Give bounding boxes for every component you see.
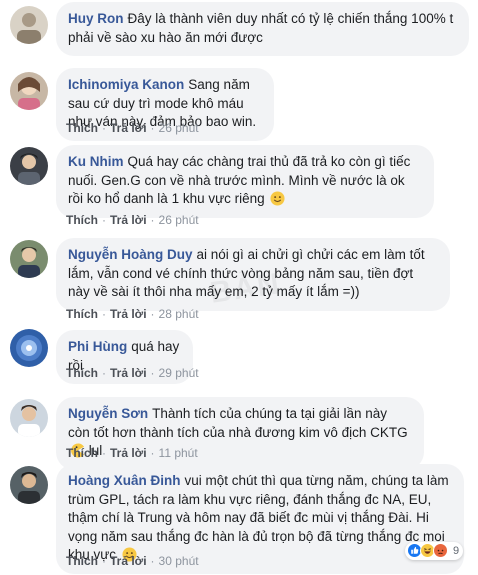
like-button[interactable]: Thích xyxy=(66,121,98,135)
comment-author[interactable]: Ku Nhim xyxy=(68,154,124,169)
avatar[interactable] xyxy=(10,6,48,44)
comment-author[interactable]: Nguyễn Sơn xyxy=(68,406,148,421)
comment-bubble: Ku Nhim Quá hay các chàng trai thủ đã trả… xyxy=(56,145,434,218)
comment-time[interactable]: 11 phút xyxy=(159,446,198,460)
comment-actions: Thích · Trả lời · 26 phút xyxy=(66,121,199,135)
like-button[interactable]: Thích xyxy=(66,554,98,568)
comment-time[interactable]: 28 phút xyxy=(159,307,199,321)
reply-button[interactable]: Trả lời xyxy=(110,366,147,380)
like-button[interactable]: Thích xyxy=(66,366,98,380)
like-button[interactable]: Thích xyxy=(66,307,98,321)
comment-author[interactable]: Ichinomiya Kanon xyxy=(68,77,184,92)
comment-time[interactable]: 26 phút xyxy=(159,213,199,227)
comment-time[interactable]: 26 phút xyxy=(159,121,199,135)
comment-time[interactable]: 30 phút xyxy=(159,554,199,568)
comment-thread: Huy Ron Đây là thành viên duy nhất có tỷ … xyxy=(0,0,478,575)
reply-button[interactable]: Trả lời xyxy=(110,121,147,135)
comment-text: Đây là thành viên duy nhất có tỷ lệ chiế… xyxy=(68,11,454,45)
avatar[interactable] xyxy=(10,466,48,504)
avatar[interactable] xyxy=(10,72,48,110)
comment-bubble: Huy Ron Đây là thành viên duy nhất có tỷ … xyxy=(56,2,469,56)
avatar[interactable] xyxy=(10,147,48,185)
smile-emoji-icon xyxy=(270,191,285,206)
comment-actions: Thích · Trả lời · 26 phút xyxy=(66,213,199,227)
comment-author[interactable]: Hoàng Xuân Đinh xyxy=(68,473,181,488)
like-button[interactable]: Thích xyxy=(66,446,98,460)
comment-actions: Thích · Trả lời · 11 phút xyxy=(66,446,198,460)
comment-author[interactable]: Phi Hùng xyxy=(68,339,127,354)
angry-reaction-icon xyxy=(433,543,449,559)
avatar[interactable] xyxy=(10,329,48,367)
comment-actions: Thích · Trả lời · 29 phút xyxy=(66,366,199,380)
reply-button[interactable]: Trả lời xyxy=(110,307,147,321)
reaction-summary[interactable]: 9 xyxy=(405,542,464,560)
comment-actions: Thích · Trả lời · 28 phút xyxy=(66,307,199,321)
reply-button[interactable]: Trả lời xyxy=(110,213,147,227)
comment-actions: Thích · Trả lời · 30 phút xyxy=(66,554,199,568)
avatar[interactable] xyxy=(10,399,48,437)
reaction-count: 9 xyxy=(453,545,460,557)
comment-author[interactable]: Nguyễn Hoàng Duy xyxy=(68,247,193,262)
reply-button[interactable]: Trả lời xyxy=(110,446,147,460)
comment-time[interactable]: 29 phút xyxy=(159,366,199,380)
avatar[interactable] xyxy=(10,240,48,278)
reply-button[interactable]: Trả lời xyxy=(110,554,147,568)
like-button[interactable]: Thích xyxy=(66,213,98,227)
comment-author[interactable]: Huy Ron xyxy=(68,11,124,26)
